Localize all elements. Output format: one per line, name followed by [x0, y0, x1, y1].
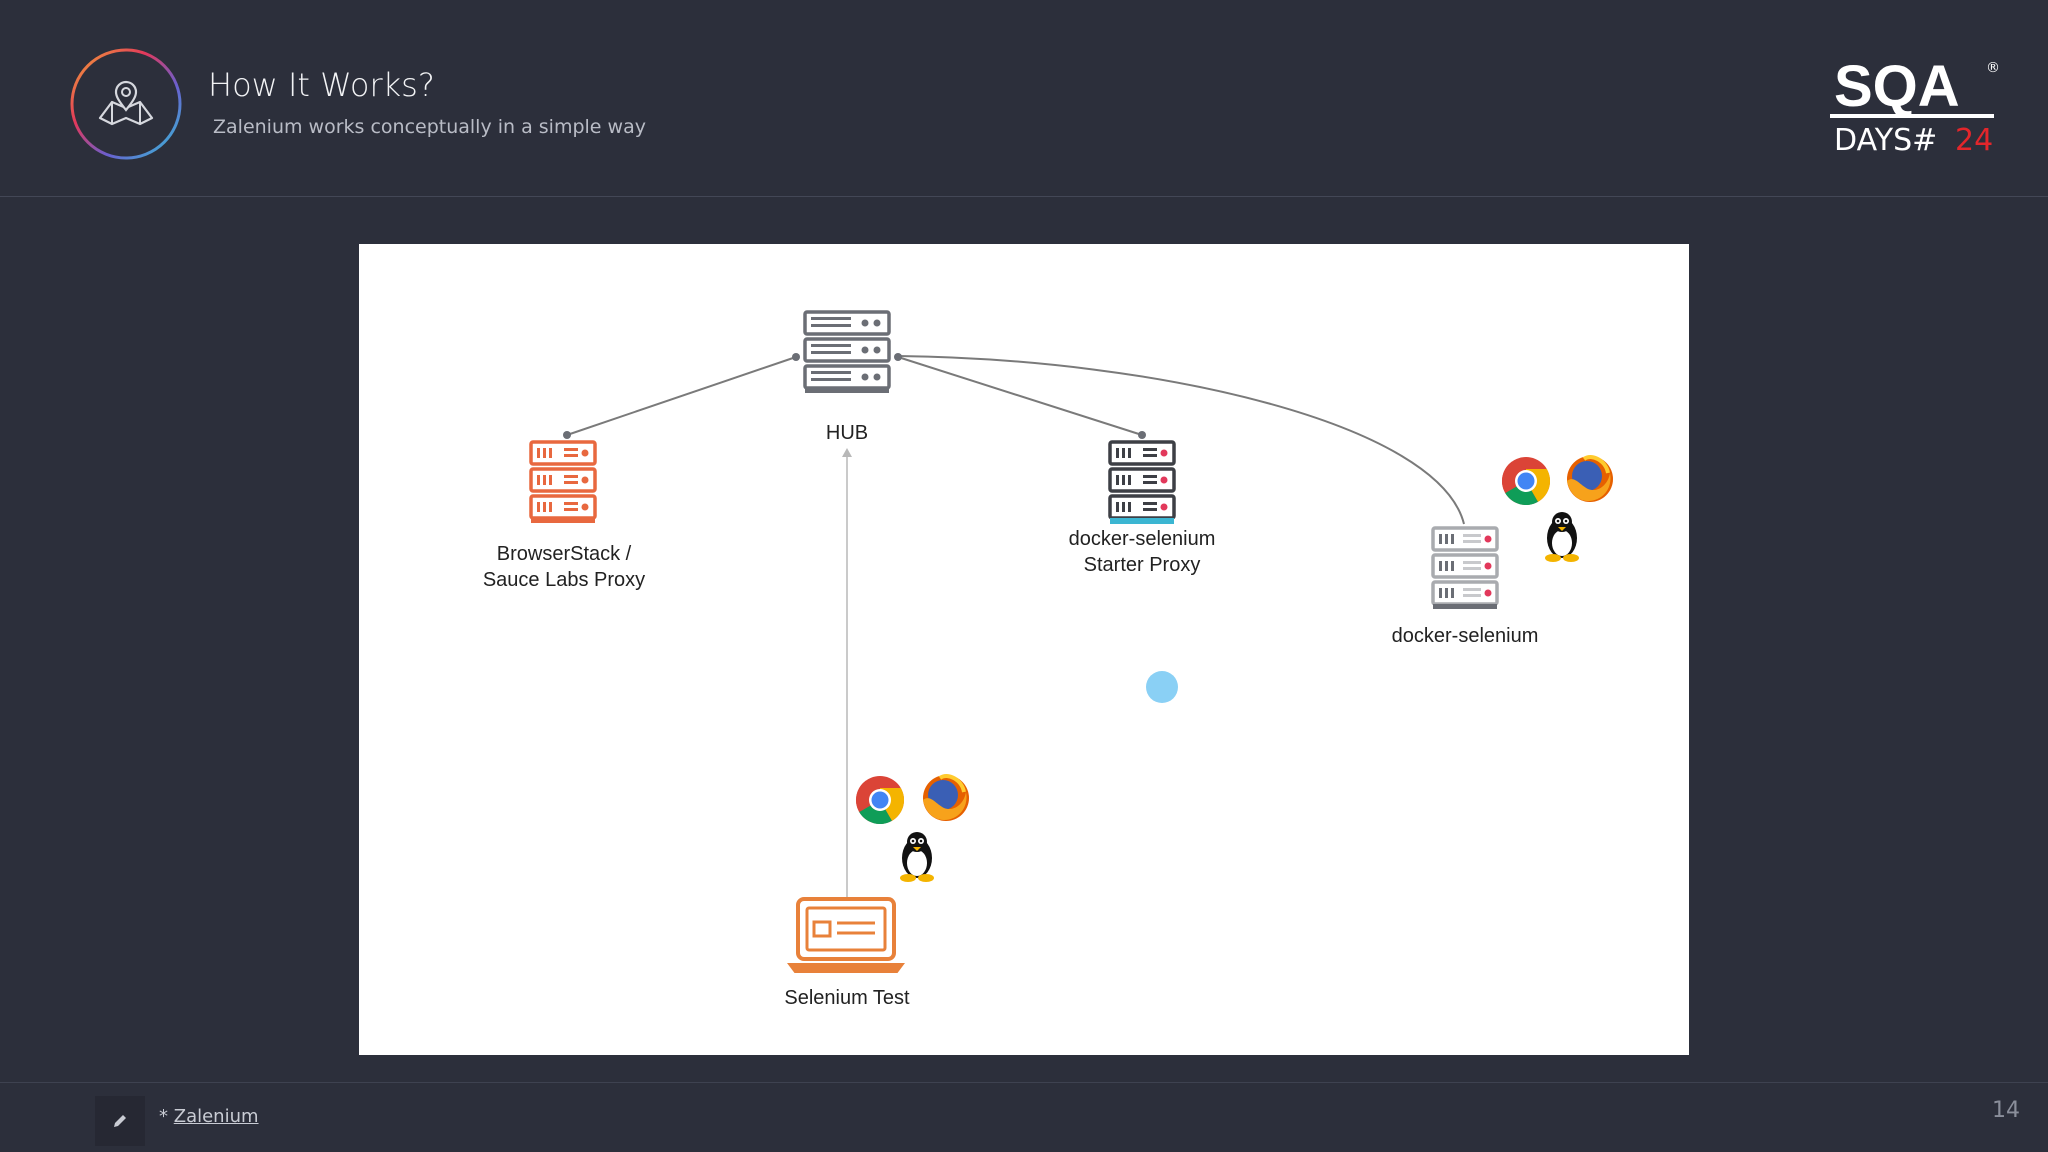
- hub-server-icon: [803, 310, 891, 393]
- linux-tux-icon: [900, 832, 934, 882]
- test-browsers-group: [855, 773, 969, 882]
- docker-browsers-group: [1501, 454, 1613, 562]
- logo-line1: SQA: [1834, 54, 1960, 119]
- chrome-icon: [855, 776, 905, 825]
- pencil-icon: [114, 1115, 126, 1127]
- linux-tux-icon: [1545, 512, 1579, 562]
- browserstack-label-line2: Sauce Labs Proxy: [482, 569, 646, 591]
- pointer-dot: [1146, 671, 1178, 703]
- starter-proxy-label-line1: docker-selenium: [1068, 528, 1216, 550]
- docker-selenium-server-icon: [1431, 526, 1499, 609]
- edge-hub-browserstack: [566, 356, 797, 436]
- slide-title: How It Works?: [208, 66, 435, 104]
- slide-header: How It Works? Zalenium works conceptuall…: [0, 0, 2048, 197]
- zalenium-link[interactable]: Zalenium: [174, 1106, 259, 1127]
- slide-subtitle: Zalenium works conceptually in a simple …: [213, 116, 646, 138]
- firefox-icon: [923, 773, 969, 821]
- page-number: 14: [1992, 1098, 2020, 1123]
- docker-selenium-label: docker-selenium: [1391, 625, 1539, 647]
- browserstack-server-icon: [529, 440, 597, 523]
- browserstack-label-line1: BrowserStack /: [496, 543, 632, 565]
- footer-reference: * Zalenium: [159, 1106, 259, 1127]
- diagram-edges: [566, 355, 1465, 897]
- logo-number: 24: [1955, 123, 1993, 158]
- starter-proxy-label: docker-selenium Starter Proxy: [1037, 526, 1247, 578]
- browserstack-label: BrowserStack / Sauce Labs Proxy: [459, 541, 669, 593]
- edge-hub-starter: [897, 356, 1143, 436]
- edit-button[interactable]: [95, 1096, 145, 1146]
- footer-divider: [0, 1082, 2048, 1083]
- sqa-days-logo: SQA ® DAYS# 24: [1830, 54, 2000, 158]
- starter-proxy-label-line2: Starter Proxy: [1083, 554, 1201, 576]
- firefox-icon: [1567, 454, 1613, 502]
- laptop-icon: [787, 897, 905, 973]
- map-pin-icon: [70, 48, 182, 160]
- footer-prefix: *: [159, 1106, 174, 1127]
- logo-registered: ®: [1986, 60, 2000, 76]
- diagram-canvas: [529, 310, 1613, 973]
- hub-label: HUB: [825, 422, 869, 444]
- selenium-test-label: Selenium Test: [784, 987, 910, 1009]
- starter-proxy-server-icon: [1108, 440, 1176, 524]
- edge-hub-docker: [897, 355, 1465, 525]
- architecture-diagram: HUB BrowserStack / Sauce Labs Proxy dock…: [359, 244, 1689, 1055]
- logo-days: DAYS#: [1834, 123, 1937, 158]
- chrome-icon: [1501, 457, 1551, 506]
